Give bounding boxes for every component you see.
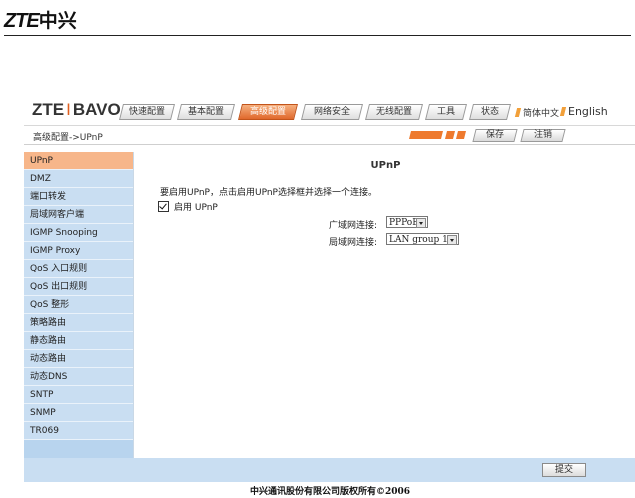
page-description: 要启用UPnP，点击启用UPnP选择框并选择一个连接。	[160, 188, 377, 198]
sidebar-item-qos-ingress[interactable]: QoS 入口规则	[24, 260, 133, 278]
logo-latin-text: ZTE	[4, 10, 40, 32]
enable-upnp-label: 启用 UPnP	[174, 203, 218, 213]
sidebar-item-dmz[interactable]: DMZ	[24, 170, 133, 188]
top-navigation-bar: ZTE I BAVO 快速配置 基本配置 高级配置 网络安全 无线配置 工具 状态 …	[24, 95, 635, 126]
sidebar-item-static-routing[interactable]: 静态路由	[24, 332, 133, 350]
zte-document-logo: ZTE中兴	[4, 6, 77, 33]
decor-bar-icon	[409, 131, 443, 139]
logo-cjk-text: 中兴	[38, 11, 77, 32]
breadcrumb-bar: 高级配置->UPnP 保存 注销	[24, 126, 635, 145]
chevron-down-icon	[447, 235, 457, 245]
brand-separator: I	[66, 100, 71, 119]
tab-tools[interactable]: 工具	[425, 104, 467, 120]
sidebar-item-igmp-snooping[interactable]: IGMP Snooping	[24, 224, 133, 242]
chevron-down-icon	[416, 218, 426, 228]
main-content: UPnP 要启用UPnP，点击启用UPnP选择框并选择一个连接。 启用 UPnP…	[133, 152, 635, 458]
tab-quick-config[interactable]: 快速配置	[119, 104, 175, 120]
breadcrumb: 高级配置->UPnP	[33, 133, 103, 143]
tab-basic-config[interactable]: 基本配置	[177, 104, 235, 120]
decor-bar-icon	[445, 131, 455, 139]
sidebar-item-ddns[interactable]: 动态DNS	[24, 368, 133, 386]
sidebar-item-lan-clients[interactable]: 局域网客户端	[24, 206, 133, 224]
lan-connection-label: 局域网连接:	[329, 238, 378, 248]
sidebar-item-sntp[interactable]: SNTP	[24, 386, 133, 404]
sidebar-item-port-forwarding[interactable]: 端口转发	[24, 188, 133, 206]
brand-right-text: BAVO	[72, 100, 121, 119]
save-button[interactable]: 保存	[472, 129, 518, 142]
lan-connection-select[interactable]: LAN group 1	[386, 233, 459, 245]
page-title: UPnP	[370, 160, 401, 171]
brand-logo: ZTE I BAVO	[32, 100, 121, 120]
sidebar: UPnP DMZ 端口转发 局域网客户端 IGMP Snooping IGMP …	[24, 152, 133, 458]
sidebar-item-qos-shaping[interactable]: QoS 整形	[24, 296, 133, 314]
enable-upnp-checkbox[interactable]	[158, 201, 169, 212]
wan-connection-select[interactable]: PPPoE1	[386, 216, 428, 228]
lang-simplified-chinese[interactable]: 简体中文	[514, 106, 559, 119]
lang-english[interactable]: English	[559, 105, 608, 118]
sidebar-item-upnp[interactable]: UPnP	[24, 152, 133, 170]
sidebar-item-dynamic-routing[interactable]: 动态路由	[24, 350, 133, 368]
enable-upnp-row: 启用 UPnP	[158, 200, 218, 213]
brand-left-text: ZTE	[32, 100, 65, 119]
sidebar-item-policy-routing[interactable]: 策略路由	[24, 314, 133, 332]
tab-status[interactable]: 状态	[469, 104, 511, 120]
tab-advanced-config[interactable]: 高级配置	[238, 104, 298, 120]
lang-marker-icon	[559, 107, 567, 116]
sidebar-item-igmp-proxy[interactable]: IGMP Proxy	[24, 242, 133, 260]
lang-marker-icon	[514, 108, 522, 117]
tab-wireless-config[interactable]: 无线配置	[365, 104, 423, 120]
copyright-text: 中兴通讯股份有限公司版权所有©2006	[249, 487, 411, 497]
sidebar-item-tr069[interactable]: TR069	[24, 422, 133, 440]
tab-network-security[interactable]: 网络安全	[301, 104, 363, 120]
wan-connection-label: 广域网连接:	[329, 221, 378, 231]
logout-button[interactable]: 注销	[520, 129, 566, 142]
document-header-rule	[4, 35, 631, 36]
submit-button[interactable]: 提交	[542, 463, 586, 477]
sidebar-item-qos-egress[interactable]: QoS 出口规则	[24, 278, 133, 296]
lan-connection-value: LAN group 1	[389, 235, 448, 245]
router-admin-window: ZTE I BAVO 快速配置 基本配置 高级配置 网络安全 无线配置 工具 状态 …	[24, 95, 635, 498]
sidebar-item-snmp[interactable]: SNMP	[24, 404, 133, 422]
decor-bar-icon	[456, 131, 466, 139]
